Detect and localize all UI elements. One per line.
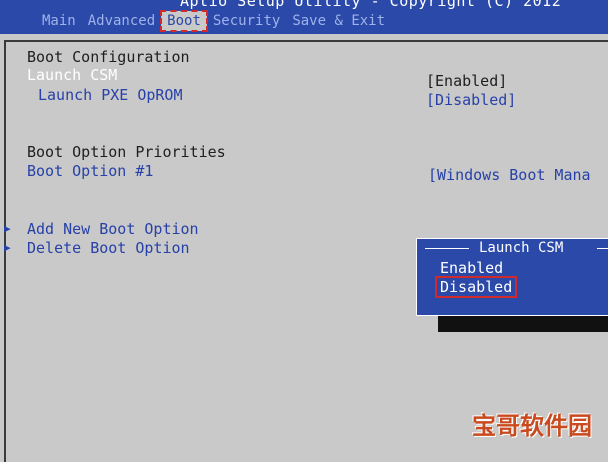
- delete-boot-option-item[interactable]: Delete Boot Option: [27, 239, 190, 257]
- option-disabled[interactable]: Disabled: [434, 276, 518, 298]
- add-new-boot-option-item[interactable]: Add New Boot Option: [27, 220, 199, 238]
- popup-border-line: [597, 248, 608, 249]
- launch-csm-value: [Enabled]: [426, 72, 508, 90]
- boot-configuration-heading: Boot Configuration: [27, 48, 190, 66]
- tab-bar: Main Advanced Boot Security Save & Exit: [36, 10, 391, 32]
- launch-csm-item[interactable]: Launch CSM: [27, 66, 117, 84]
- boot-option-1-value: [Windows Boot Mana: [428, 166, 591, 184]
- tab-security[interactable]: Security: [207, 11, 286, 31]
- boot-option-1-item[interactable]: Boot Option #1: [27, 162, 153, 180]
- popup-shadow: [438, 314, 608, 332]
- launch-pxe-oprom-value: [Disabled]: [426, 91, 517, 109]
- popup-border-line: [425, 248, 469, 249]
- option-enabled[interactable]: Enabled: [437, 259, 506, 277]
- header-bar: Aptio Setup Utility - Copyright (C) 2012…: [0, 0, 608, 34]
- launch-csm-popup: Launch CSM Enabled Disabled: [416, 238, 608, 316]
- tab-boot[interactable]: Boot: [160, 10, 208, 32]
- boot-option-priorities-heading: Boot Option Priorities: [27, 143, 226, 161]
- bios-title: Aptio Setup Utility - Copyright (C) 2012: [180, 0, 562, 10]
- triangle-right-icon: ▶: [4, 241, 11, 254]
- tab-save-exit[interactable]: Save & Exit: [286, 11, 391, 31]
- watermark-logo: 宝哥软件园: [472, 412, 592, 440]
- triangle-right-icon: ▶: [4, 222, 11, 235]
- launch-pxe-oprom-item[interactable]: Launch PXE OpROM: [38, 86, 183, 104]
- popup-title: Launch CSM: [473, 240, 570, 256]
- tab-main[interactable]: Main: [36, 11, 82, 31]
- tab-advanced[interactable]: Advanced: [82, 11, 161, 31]
